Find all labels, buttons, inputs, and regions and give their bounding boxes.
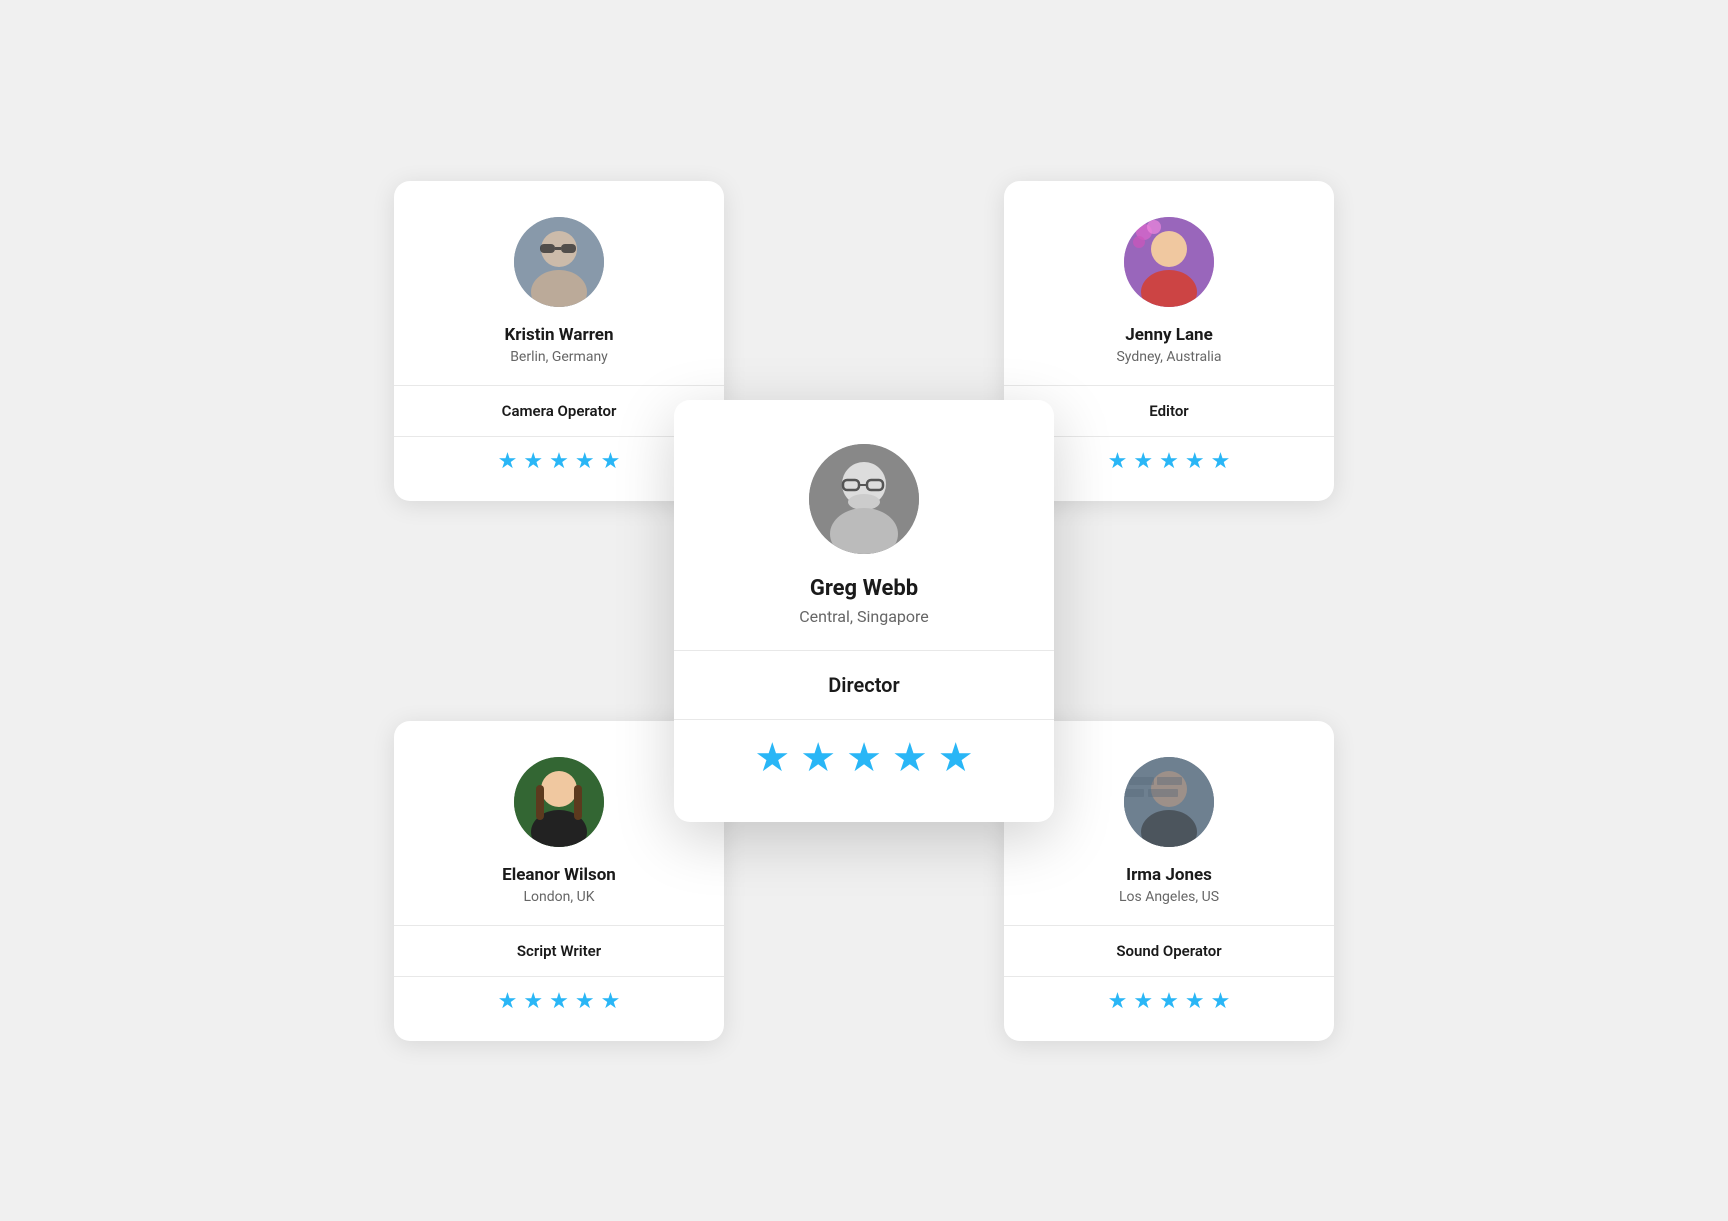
star-2: ★ — [523, 451, 543, 473]
star-1: ★ — [1108, 991, 1128, 1013]
role-jenny: Editor — [1028, 402, 1310, 420]
name-eleanor: Eleanor Wilson — [502, 865, 616, 885]
stars-greg: ★ ★ ★ ★ ★ — [674, 720, 1054, 822]
avatar-section-greg: Greg Webb Central, Singapore — [674, 400, 1054, 650]
star-4: ★ — [575, 991, 595, 1013]
avatar-eleanor — [514, 757, 604, 847]
role-greg: Director — [706, 673, 1022, 697]
star-2: ★ — [1133, 991, 1153, 1013]
star-5: ★ — [1211, 451, 1231, 473]
avatar-irma — [1124, 757, 1214, 847]
star-5: ★ — [938, 738, 974, 778]
star-2: ★ — [1133, 451, 1153, 473]
cards-scene: Kristin Warren Berlin, Germany Camera Op… — [364, 161, 1364, 1061]
star-3: ★ — [1159, 451, 1179, 473]
location-greg: Central, Singapore — [799, 607, 929, 626]
star-1: ★ — [498, 991, 518, 1013]
avatar-section-kristin: Kristin Warren Berlin, Germany — [394, 181, 724, 385]
role-eleanor: Script Writer — [418, 942, 700, 960]
star-2: ★ — [800, 738, 836, 778]
name-greg: Greg Webb — [810, 576, 918, 601]
location-kristin: Berlin, Germany — [510, 349, 608, 365]
star-5: ★ — [601, 991, 621, 1013]
location-irma: Los Angeles, US — [1119, 889, 1219, 905]
stars-eleanor: ★ ★ ★ ★ ★ — [394, 977, 724, 1041]
role-irma: Sound Operator — [1028, 942, 1310, 960]
avatar-kristin — [514, 217, 604, 307]
role-section-greg: Director — [674, 651, 1054, 719]
name-jenny: Jenny Lane — [1125, 325, 1213, 345]
card-greg[interactable]: Greg Webb Central, Singapore Director ★ … — [674, 400, 1054, 822]
name-irma: Irma Jones — [1126, 865, 1212, 885]
location-eleanor: London, UK — [524, 889, 595, 905]
stars-irma: ★ ★ ★ ★ ★ — [1004, 977, 1334, 1041]
role-section-eleanor: Script Writer — [394, 926, 724, 976]
role-section-irma: Sound Operator — [1004, 926, 1334, 976]
star-4: ★ — [575, 451, 595, 473]
star-2: ★ — [523, 991, 543, 1013]
star-4: ★ — [892, 738, 928, 778]
star-3: ★ — [846, 738, 882, 778]
avatar-section-jenny: Jenny Lane Sydney, Australia — [1004, 181, 1334, 385]
star-4: ★ — [1185, 451, 1205, 473]
star-1: ★ — [1108, 451, 1128, 473]
name-kristin: Kristin Warren — [505, 325, 614, 345]
star-5: ★ — [1211, 991, 1231, 1013]
star-5: ★ — [601, 451, 621, 473]
star-3: ★ — [1159, 991, 1179, 1013]
star-1: ★ — [754, 738, 790, 778]
avatar-greg — [809, 444, 919, 554]
location-jenny: Sydney, Australia — [1116, 349, 1221, 365]
star-3: ★ — [549, 991, 569, 1013]
star-3: ★ — [549, 451, 569, 473]
star-4: ★ — [1185, 991, 1205, 1013]
role-kristin: Camera Operator — [418, 402, 700, 420]
star-1: ★ — [498, 451, 518, 473]
avatar-jenny — [1124, 217, 1214, 307]
